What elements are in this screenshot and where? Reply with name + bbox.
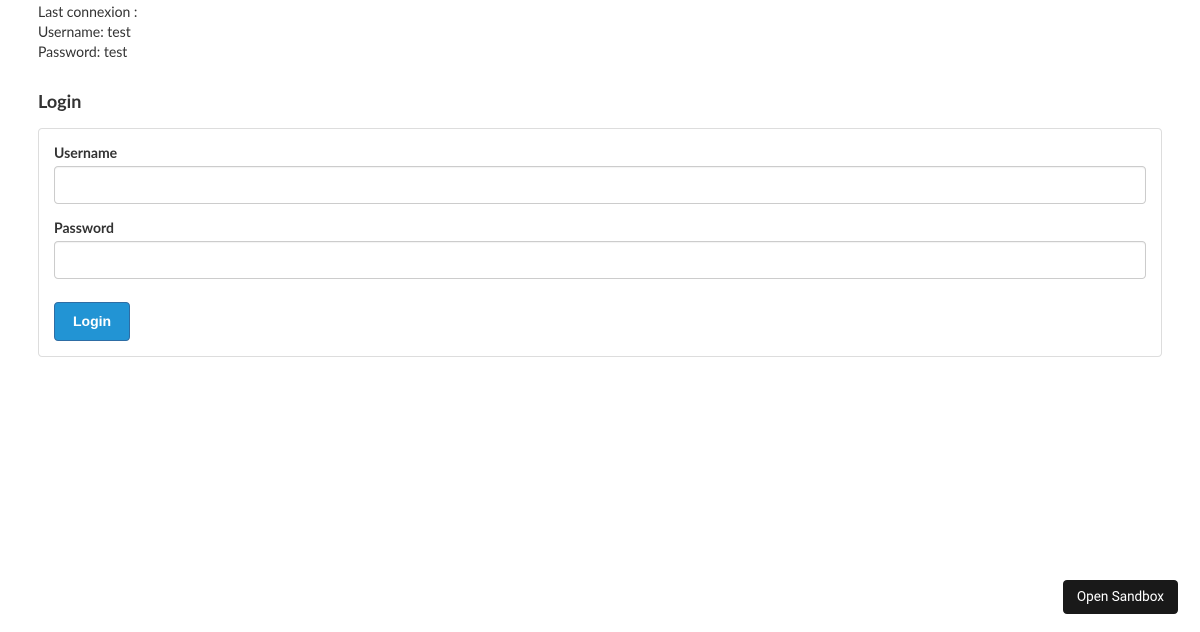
username-input[interactable] <box>54 166 1146 204</box>
last-connexion-info: Last connexion : Username: test Password… <box>38 2 1162 62</box>
password-value-text: test <box>104 43 127 60</box>
login-panel: Username Password Login <box>38 128 1162 357</box>
username-label-text: Username: <box>38 23 104 40</box>
password-input-label: Password <box>54 219 1146 236</box>
username-input-label: Username <box>54 144 1146 161</box>
password-form-group: Password <box>54 219 1146 279</box>
last-connexion-label: Last connexion : <box>38 2 1162 22</box>
username-form-group: Username <box>54 144 1146 204</box>
password-label-text: Password: <box>38 43 100 60</box>
login-heading: Login <box>38 90 1162 112</box>
password-input[interactable] <box>54 241 1146 279</box>
last-connexion-username: Username: test <box>38 22 1162 42</box>
username-value-text: test <box>107 23 130 40</box>
login-button[interactable]: Login <box>54 302 130 341</box>
last-connexion-password: Password: test <box>38 42 1162 62</box>
open-sandbox-button[interactable]: Open Sandbox <box>1063 580 1178 614</box>
